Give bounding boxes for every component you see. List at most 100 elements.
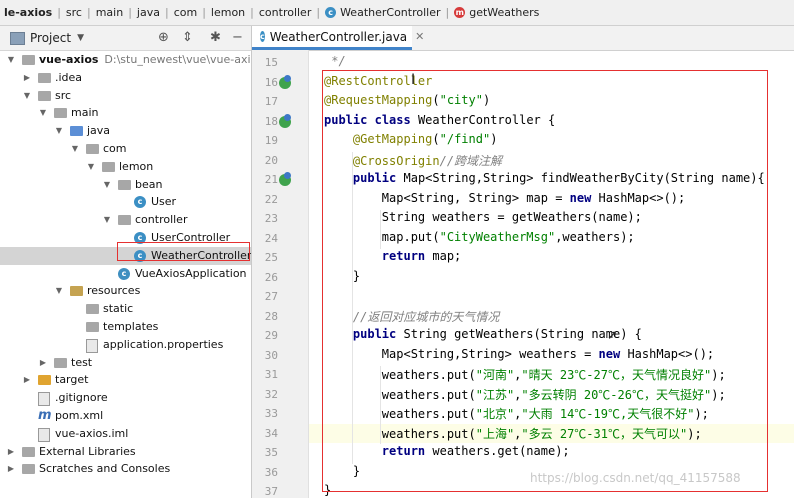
tree-item[interactable]: ▼ lemon [0, 158, 251, 176]
tree-item[interactable]: ▼ java [0, 122, 251, 140]
navigation-bar: le-axios | src | main | java | com | lem… [0, 0, 794, 26]
folder-icon [38, 90, 51, 101]
chevron-down-icon[interactable]: ▼ [77, 33, 84, 43]
class-icon: c [134, 196, 146, 209]
tree-item-text: java [87, 122, 110, 140]
source-folder-icon [70, 126, 83, 137]
tree-item-text: resources [87, 282, 140, 300]
tree-item-label: External Libraries [39, 444, 136, 458]
breadcrumb-item[interactable]: com [174, 6, 198, 19]
tree-item-label: Scratches and Consoles [39, 462, 171, 476]
tab-label: WeatherController.java [269, 29, 408, 44]
breadcrumb-item[interactable]: src [66, 6, 82, 19]
line-number: 18 [264, 114, 278, 128]
breadcrumb-separator: | [57, 6, 61, 19]
web-endpoint-icon[interactable] [279, 113, 291, 128]
breadcrumb-item[interactable]: main [96, 6, 123, 19]
chevron-down-icon[interactable]: ▼ [102, 211, 112, 229]
chevron-down-icon[interactable]: ▼ [38, 104, 48, 122]
line-number: 26 [264, 270, 278, 284]
gitignore-file-icon [38, 392, 50, 407]
tree-item[interactable]: templates [0, 318, 251, 336]
line-number: 29 [264, 329, 278, 342]
breadcrumb-item[interactable]: controller [259, 6, 311, 19]
breadcrumb-label: lemon [210, 6, 246, 19]
hide-icon[interactable]: − [232, 30, 243, 45]
chevron-right-icon[interactable]: ▶ [6, 443, 16, 461]
breadcrumb-separator: | [202, 6, 206, 19]
tree-item[interactable]: vue-axios.iml [0, 425, 251, 443]
tree-item-text: static [103, 300, 133, 318]
collapse-all-icon[interactable]: ⇕ [182, 30, 193, 45]
tree-item[interactable]: c User [0, 193, 251, 211]
tree-item[interactable]: ▼ vue-axios D:\stu_newest\vue\vue-axios [0, 51, 251, 69]
close-icon[interactable]: ✕ [415, 30, 424, 43]
tree-item-text: VueAxiosApplication [135, 265, 247, 283]
tree-item[interactable]: ▶ test [0, 354, 251, 372]
tree-item-label: pom.xml [55, 409, 104, 422]
tree-item[interactable]: c VueAxiosApplication [0, 265, 251, 283]
line-number: 19 [264, 134, 278, 147]
line-number: 31 [264, 368, 278, 381]
project-panel-title[interactable]: Project [30, 31, 71, 45]
tree-item[interactable]: ▶ .idea [0, 69, 251, 87]
line-number: 22 [264, 192, 278, 206]
gear-icon[interactable]: ✱ [210, 30, 221, 45]
web-endpoint-icon[interactable] [279, 172, 291, 186]
line-number: 28 [264, 309, 278, 323]
chevron-down-icon[interactable]: ▼ [102, 176, 112, 194]
tree-item[interactable]: ▶ Scratches and Consoles [0, 460, 251, 478]
tree-item[interactable]: ▼ controller [0, 211, 251, 229]
tree-item-label: vue-axios [39, 53, 99, 66]
tree-item[interactable]: ▼ com [0, 140, 251, 158]
line-number: 16 [264, 75, 278, 89]
line-number: 21 [264, 173, 278, 186]
tree-item[interactable]: .gitignore [0, 389, 251, 407]
resources-folder-icon [70, 286, 83, 297]
tree-item[interactable]: ▶ target [0, 371, 251, 389]
spring-bean-icon[interactable] [279, 74, 291, 89]
chevron-down-icon[interactable]: ▼ [54, 122, 64, 140]
tree-item[interactable]: ▶ External Libraries [0, 443, 251, 461]
tree-item[interactable]: m pom.xml [0, 407, 251, 425]
tree-item-label: lemon [119, 159, 154, 173]
tree-item[interactable]: ▼ resources [0, 282, 251, 300]
tree-item-text: vue-axios D:\stu_newest\vue\vue-axios [39, 51, 251, 69]
chevron-down-icon[interactable]: ▼ [22, 87, 32, 105]
tree-item[interactable]: ▼ main [0, 104, 251, 122]
chevron-down-icon[interactable]: ▼ [54, 282, 64, 300]
chevron-right-icon[interactable]: ▶ [38, 354, 48, 372]
tree-item-text: target [55, 371, 88, 389]
tree-item[interactable]: ▼ src [0, 87, 251, 105]
tree-item-text: External Libraries [39, 443, 136, 461]
tree-item-label: .gitignore [55, 391, 108, 405]
chevron-down-icon[interactable]: ▼ [70, 140, 80, 158]
code-line[interactable]: */ [324, 54, 345, 68]
locate-icon[interactable]: ⊕ [158, 30, 169, 45]
tab-weathercontroller[interactable]: c WeatherController.java ✕ [252, 26, 424, 50]
tree-item-label: test [71, 355, 93, 369]
breadcrumb-item[interactable]: lemon [211, 6, 245, 19]
breadcrumb-item[interactable]: c WeatherController [325, 6, 441, 19]
tree-item-text: test [71, 354, 92, 372]
tree-item-label: templates [103, 320, 159, 333]
tree-item[interactable]: ▼ bean [0, 176, 251, 194]
chevron-right-icon[interactable]: ▶ [22, 371, 32, 389]
tree-item-label: .idea [55, 70, 83, 84]
tree-item[interactable]: application.properties [0, 336, 251, 354]
project-panel: Project ▼ ⊕ ⇕ ✱ − ▼ vue-axios D:\stu_newes… [0, 26, 252, 498]
breadcrumb-label: controller [258, 6, 312, 19]
folder-icon [54, 357, 67, 368]
breadcrumb-item[interactable]: m getWeathers [454, 6, 539, 19]
breadcrumb-item[interactable]: java [137, 6, 160, 19]
watermark: https://blog.csdn.net/qq_41157588 [530, 471, 741, 485]
chevron-right-icon[interactable]: ▶ [6, 460, 16, 478]
chevron-right-icon[interactable]: ▶ [22, 69, 32, 87]
tree-item-text: templates [103, 318, 158, 336]
tree-item-label: bean [135, 177, 163, 191]
breadcrumb-item[interactable]: le-axios [4, 6, 52, 19]
tree-item[interactable]: static [0, 300, 251, 318]
chevron-down-icon[interactable]: ▼ [86, 158, 96, 176]
line-number: 34 [264, 426, 278, 440]
chevron-down-icon[interactable]: ▼ [6, 51, 16, 69]
